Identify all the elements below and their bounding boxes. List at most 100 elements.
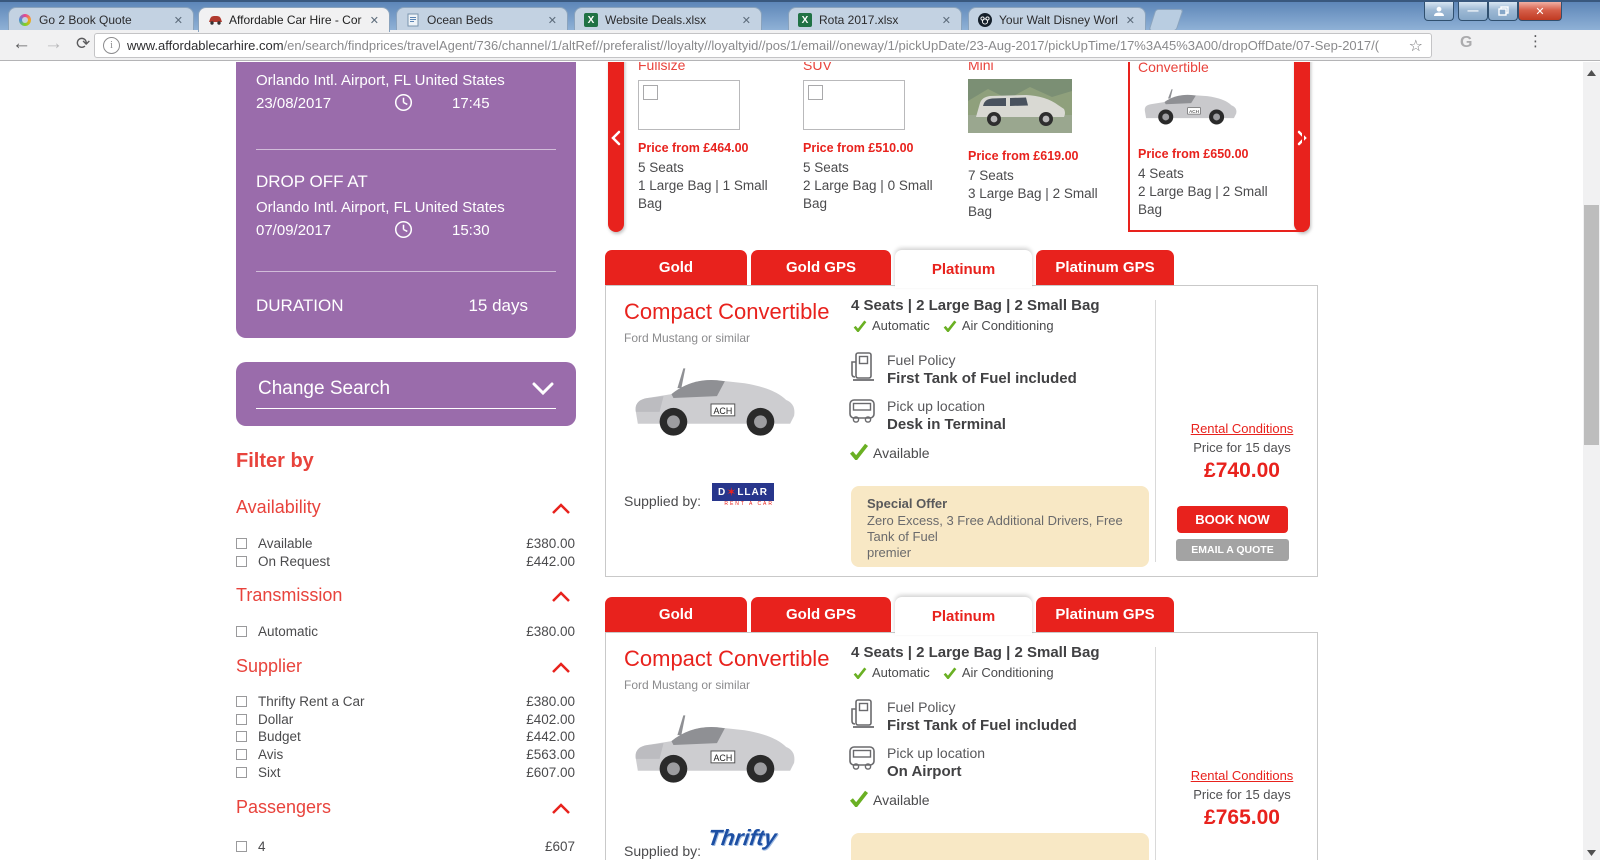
change-search-card[interactable]: Change Search (236, 362, 576, 426)
tab-website-deals[interactable]: X Website Deals.xlsx ✕ (574, 7, 762, 32)
offer-text: Zero Excess, 3 Free Additional Drivers, … (867, 513, 1123, 544)
url-text[interactable]: www.affordablecarhire.com/en/search/find… (127, 38, 1403, 53)
category-label: Mini (968, 62, 994, 73)
page-scrollbar[interactable] (1583, 62, 1600, 860)
scrollbar-thumb[interactable] (1584, 205, 1599, 445)
checkbox-passengers-4[interactable] (236, 841, 247, 852)
tab-title: Affordable Car Hire - Cor (229, 13, 362, 27)
tab-platinum-gps-1[interactable]: Platinum GPS (1036, 250, 1174, 285)
profile-button[interactable] (1424, 2, 1454, 21)
check-icon (849, 443, 869, 460)
tab-ocean-beds[interactable]: Ocean Beds ✕ (396, 7, 568, 32)
tab-gold-gps-2[interactable]: Gold GPS (751, 597, 891, 632)
check-icon (853, 667, 867, 679)
tab-title: Go 2 Book Quote (39, 13, 132, 27)
tab-close-icon[interactable]: ✕ (1124, 14, 1137, 27)
tab-close-icon[interactable]: ✕ (368, 14, 381, 27)
carousel-item-convertible[interactable]: Convertible ACH Price from £650.00 4 Sea… (1138, 62, 1290, 219)
vehicle-specs: 4 Seats | 2 Large Bag | 2 Small Bag (851, 297, 1100, 314)
tab-platinum-1[interactable]: Platinum (895, 250, 1032, 288)
tab-gold-1[interactable]: Gold (605, 250, 747, 285)
vehicle-specs: 4 Seats | 2 Large Bag | 2 Small Bag (851, 644, 1100, 661)
close-button[interactable]: ✕ (1518, 2, 1562, 21)
seats: 5 Seats (803, 160, 849, 175)
dropoff-heading: DROP OFF AT (256, 172, 368, 191)
filter-label: Avis (258, 747, 284, 762)
fuel-pump-icon (851, 699, 874, 728)
chevron-down-icon[interactable] (532, 382, 554, 396)
tab-gold-2[interactable]: Gold (605, 597, 747, 632)
checkbox-automatic[interactable] (236, 626, 247, 637)
bags: 1 Large Bag | 1 Small Bag (638, 178, 768, 211)
scroll-down-icon[interactable] (1587, 850, 1596, 856)
tab-affordable-car-hire[interactable]: Affordable Car Hire - Cor ✕ (198, 7, 390, 32)
tab-go2book[interactable]: Go 2 Book Quote ✕ (8, 7, 194, 32)
checkbox-thrifty[interactable] (236, 696, 247, 707)
search-summary-card: Orlando Intl. Airport, FL United States … (236, 62, 576, 338)
check-icon (943, 320, 957, 332)
fuel-policy-value: First Tank of Fuel included (887, 717, 1077, 734)
divider (256, 271, 556, 272)
carousel-item-fullsize[interactable]: Fullsize Price from £464.00 5 Seats 1 La… (638, 62, 790, 213)
carousel-item-suv[interactable]: SUV Price from £510.00 5 Seats 2 Large B… (803, 62, 955, 213)
checkbox-dollar[interactable] (236, 714, 247, 725)
bookmark-star-icon[interactable]: ☆ (1409, 36, 1423, 56)
duration-value: 15 days (468, 296, 528, 315)
book-now-button[interactable]: BOOK NOW (1177, 506, 1288, 533)
bus-icon (849, 399, 875, 423)
vehicle-image: ACH (635, 368, 795, 436)
scroll-up-icon[interactable] (1587, 70, 1596, 76)
info-icon[interactable]: i (103, 37, 120, 54)
carousel-item-mini[interactable]: Mini Price from £619.00 7 Seats 3 Large … (968, 62, 1120, 221)
price-from: Price from £464.00 (638, 141, 749, 155)
tab-close-icon[interactable]: ✕ (940, 14, 953, 27)
menu-kebab-icon[interactable]: ⋮ (1528, 32, 1543, 50)
tab-platinum-2[interactable]: Platinum (895, 597, 1032, 635)
dropoff-time: 15:30 (452, 222, 490, 239)
section-transmission: Transmission (236, 585, 343, 605)
email-quote-button[interactable]: EMAIL A QUOTE (1176, 539, 1289, 561)
checkbox-budget[interactable] (236, 731, 247, 742)
special-offer-box: Special Offer Zero Excess, 3 Free Additi… (851, 486, 1149, 567)
tab-close-icon[interactable]: ✕ (546, 14, 559, 27)
checkbox-on-request[interactable] (236, 556, 247, 567)
person-icon (1434, 6, 1444, 16)
chevron-up-icon[interactable] (551, 803, 571, 815)
offer-title: Special Offer (867, 496, 948, 511)
restore-button[interactable] (1488, 2, 1518, 21)
feature-automatic: Automatic Air Conditioning (853, 318, 1054, 333)
pickup-location-label: Pick up location (887, 745, 986, 761)
back-icon[interactable]: ← (12, 33, 31, 55)
ring-icon (17, 12, 33, 28)
minimize-button[interactable]: — (1458, 2, 1488, 21)
total-price: £765.00 (1204, 806, 1280, 829)
tab-platinum-gps-2[interactable]: Platinum GPS (1036, 597, 1174, 632)
checkbox-sixt[interactable] (236, 767, 247, 778)
checkbox-available[interactable] (236, 538, 247, 549)
tab-disney-world[interactable]: Your Walt Disney World ✕ (968, 7, 1146, 32)
new-tab-button[interactable] (1148, 9, 1184, 31)
filter-price: £442.00 (526, 729, 575, 744)
fuel-policy-value: First Tank of Fuel included (887, 370, 1077, 387)
tab-rota-2017[interactable]: X Rota 2017.xlsx ✕ (788, 7, 962, 32)
seats: 7 Seats (968, 168, 1014, 183)
carousel-prev-button[interactable] (608, 62, 624, 232)
filter-price: £607.00 (526, 765, 575, 780)
rental-conditions-link[interactable]: Rental Conditions (1172, 768, 1312, 783)
chevron-up-icon[interactable] (551, 662, 571, 674)
rental-conditions-link[interactable]: Rental Conditions (1172, 421, 1312, 436)
address-bar[interactable]: i www.affordablecarhire.com/en/search/fi… (94, 33, 1432, 58)
tab-gold-gps-1[interactable]: Gold GPS (751, 250, 891, 285)
checkbox-avis[interactable] (236, 749, 247, 760)
pickup-location-value: Desk in Terminal (887, 416, 1006, 433)
tab-close-icon[interactable]: ✕ (172, 14, 185, 27)
tab-title: Ocean Beds (427, 13, 494, 27)
extension-g-icon[interactable]: G (1460, 34, 1472, 52)
restore-icon (1497, 6, 1509, 16)
chevron-up-icon[interactable] (551, 503, 571, 515)
chevron-up-icon[interactable] (551, 591, 571, 603)
dropoff-location: Orlando Intl. Airport, FL United States (256, 199, 505, 216)
forward-icon[interactable]: → (44, 33, 63, 55)
tab-close-icon[interactable]: ✕ (740, 14, 753, 27)
reload-icon[interactable]: ⟳ (76, 34, 90, 54)
